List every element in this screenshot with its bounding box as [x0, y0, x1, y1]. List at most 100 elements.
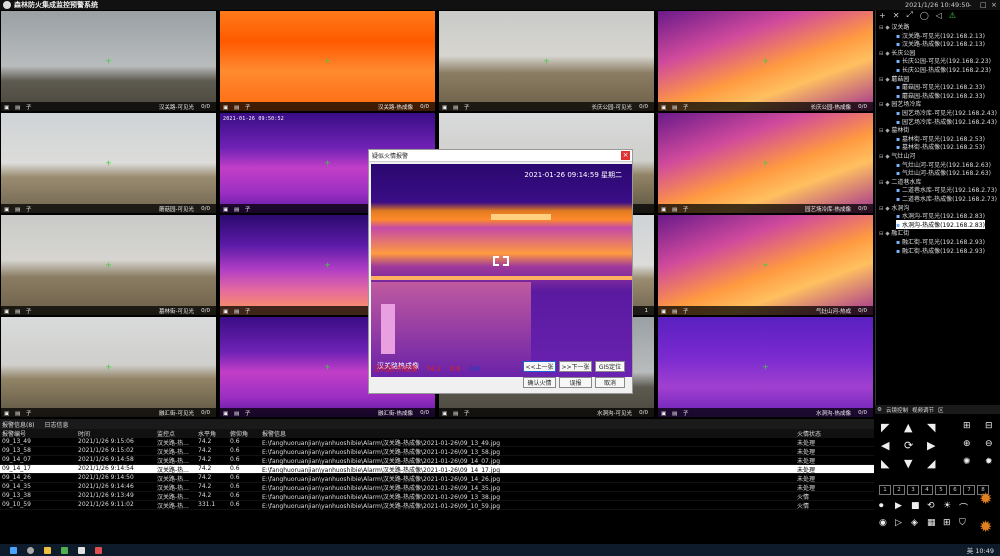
settings-icon[interactable]: ⚙ [877, 407, 882, 413]
tree-camera-item[interactable]: 融汇街-热成像(192.168.2.93) [896, 246, 985, 255]
tab-log-info[interactable]: 日志信息 [45, 420, 69, 429]
start-icon[interactable] [10, 546, 17, 554]
cancel-button[interactable]: 取消 [595, 377, 625, 388]
search-icon[interactable] [27, 546, 34, 554]
cell-tools-icon[interactable]: ▣ ▤ 子 [223, 307, 252, 315]
layer-icon[interactable]: ◈ [911, 518, 918, 528]
iris-close-icon[interactable]: ✹ [985, 457, 993, 467]
alarm-row[interactable]: 09_14_07 2021/1/26 9:14:58 汉关路-热... 74.2 0.6… [0, 456, 874, 465]
cell-tools-icon[interactable]: ▣ ▤ 子 [4, 205, 33, 213]
cycle-icon[interactable]: ⟲ [927, 501, 935, 511]
alarm-row[interactable]: 09_13_49 2021/1/26 9:15:06 汉关路-热... 74.2 0.6… [0, 438, 874, 447]
cell-tools-icon[interactable]: ▣ ▤ 子 [661, 307, 690, 315]
video-cell[interactable]: + ▣ ▤ 子 汉关路-可见光 0/0 [0, 10, 217, 112]
header-fire-status[interactable]: 火情状态 [797, 429, 821, 438]
video-cell[interactable]: + ▣ ▤ 子 融汇街-可见光 0/0 [0, 316, 217, 418]
forward-icon[interactable]: ▷ [895, 518, 902, 528]
focus-far-icon[interactable]: ⊖ [985, 439, 993, 449]
expand-icon[interactable]: ⤢ [906, 10, 912, 20]
video-cell[interactable]: + ▣ ▤ 子 蘑菇园-可见光 0/0 [0, 112, 217, 214]
video-cell[interactable]: + ▣ ▤ 子 园艺场冷库-热成像 0/0 [657, 112, 874, 214]
cell-tools-icon[interactable]: ▣ ▤ 子 [4, 307, 33, 315]
header-time[interactable]: 时间 [78, 429, 90, 438]
warning-icon[interactable]: ⚠ [949, 11, 956, 20]
tab-video-adjust[interactable]: 视频调节 [912, 406, 934, 414]
cell-tools-icon[interactable]: ▣ ▤ 子 [442, 409, 471, 417]
focus-near-icon[interactable]: ⊕ [963, 439, 971, 449]
header-h-angle[interactable]: 水平角 [198, 429, 216, 438]
ptz-down-icon[interactable]: ▼ [904, 457, 912, 470]
preset-button[interactable]: 5 [935, 485, 947, 495]
header-id[interactable]: 报警编号 [2, 429, 26, 438]
ptz-up-icon[interactable]: ▲ [904, 421, 912, 434]
video-cell[interactable]: + ▣ ▤ 子 墓林街-可见光 0/0 [0, 214, 217, 316]
tree-camera-item[interactable]: 园艺场冷库-热成像(192.168.2.43) [896, 117, 997, 126]
close-button[interactable]: × [991, 1, 997, 9]
shield-icon[interactable]: ⛉ [959, 518, 966, 528]
alarm-row[interactable]: 09_13_58 2021/1/26 9:15:02 汉关路-热... 74.2 0.6… [0, 447, 874, 456]
app-icon[interactable] [78, 546, 85, 554]
browser-icon[interactable] [61, 546, 68, 554]
app2-icon[interactable] [95, 546, 102, 554]
preset-button[interactable]: 2 [893, 485, 905, 495]
stop-icon[interactable]: ■ [911, 501, 920, 511]
minimize-button[interactable]: – [968, 1, 972, 9]
preset-button[interactable]: 7 [963, 485, 975, 495]
preset-button[interactable]: 4 [921, 485, 933, 495]
cell-tools-icon[interactable]: ▣ ▤ 子 [442, 103, 471, 111]
preset-button[interactable]: 6 [949, 485, 961, 495]
false-alarm-button[interactable]: 误报 [559, 377, 592, 388]
gis-locate-button[interactable]: GIS定位 [595, 361, 625, 372]
tab-area[interactable]: 区 [938, 406, 944, 414]
video-cell[interactable]: + ▣ ▤ 子 气灶山河-热成 0/0 [657, 214, 874, 316]
ptz-down-left-icon[interactable]: ◣ [881, 457, 889, 470]
iris-open-icon[interactable]: ✺ [963, 457, 971, 467]
light-icon[interactable]: ☀ [943, 501, 951, 511]
zoom-in-icon[interactable]: ⊞ [963, 421, 971, 431]
confirm-fire-button[interactable]: 确认火情 [523, 377, 556, 388]
alarm-row[interactable]: 09_14_17 2021/1/26 9:14:54 汉关路-热... 74.2 0.6… [0, 465, 874, 474]
dialog-close-button[interactable]: × [621, 151, 630, 160]
play-icon[interactable]: ▶ [895, 501, 902, 511]
cell-tools-icon[interactable]: ▣ ▤ 子 [661, 205, 690, 213]
cell-tools-icon[interactable]: ▣ ▤ 子 [661, 409, 690, 417]
header-site[interactable]: 监控点 [157, 429, 175, 438]
preset-button[interactable]: 1 [879, 485, 891, 495]
ptz-up-left-icon[interactable]: ◤ [881, 421, 889, 434]
tree-camera-item[interactable]: 长庆公园-热成像(192.168.2.23) [896, 65, 991, 74]
alarm-row[interactable]: 09_14_35 2021/1/26 9:14:46 汉关路-热... 74.2 0.6… [0, 483, 874, 492]
header-v-angle[interactable]: 俯仰角 [230, 429, 248, 438]
next-button[interactable]: >>下一张 [559, 361, 592, 372]
ptz-down-right-icon[interactable]: ◢ [927, 457, 935, 470]
ptz-right-icon[interactable]: ▶ [927, 439, 935, 452]
input-lang[interactable]: 英 [967, 547, 974, 555]
tab-alarm-info[interactable]: 报警信息(8) [2, 420, 35, 429]
video-cell[interactable]: + ▣ ▤ 子 水洞沟-热成像 0/0 [657, 316, 874, 418]
prev-button[interactable]: <<上一张 [523, 361, 556, 372]
gear-orange-icon[interactable]: ✹ [979, 489, 992, 508]
refresh-icon[interactable]: ◯ [920, 11, 929, 20]
video-cell[interactable]: + ▣ ▤ 子 长庆公园-热成像 0/0 [657, 10, 874, 112]
alarm-row[interactable]: 09_10_59 2021/1/26 9:11:02 汉关路-热... 331.1 0.… [0, 501, 874, 510]
preset-button[interactable]: 3 [907, 485, 919, 495]
wiper-icon[interactable]: ⌒ [959, 501, 968, 514]
video-cell[interactable]: + ▣ ▤ 子 长庆公园-可见光 0/0 [438, 10, 655, 112]
zoom-out-icon[interactable]: ⊟ [985, 421, 993, 431]
header-alarm-info[interactable]: 报警信息 [262, 429, 286, 438]
snapshot-icon[interactable]: ◉ [879, 518, 887, 528]
gear-orange-2-icon[interactable]: ✹ [979, 517, 992, 536]
delete-icon[interactable]: ✕ [893, 11, 900, 20]
tree-camera-item[interactable]: 二道巷水库-热成像(192.168.2.73) [896, 194, 997, 203]
ptz-left-icon[interactable]: ◀ [881, 439, 889, 452]
alarm-row[interactable]: 09_13_38 2021/1/26 9:13:49 汉关路-热... 74.2 0.6… [0, 492, 874, 501]
maximize-button[interactable]: □ [980, 1, 987, 9]
video-cell[interactable]: + ▣ ▤ 子 汉关路-热成像 0/0 [219, 10, 436, 112]
image-icon[interactable]: ▦ [927, 518, 936, 528]
tab-ptz[interactable]: 云镜控制 [886, 406, 908, 414]
cell-tools-icon[interactable]: ▣ ▤ 子 [223, 103, 252, 111]
cell-tools-icon[interactable]: ▣ ▤ 子 [661, 103, 690, 111]
grid-icon[interactable]: ⊞ [943, 518, 951, 528]
alarm-row[interactable]: 09_14_26 2021/1/26 9:14:50 汉关路-热... 74.2 0.6… [0, 474, 874, 483]
add-icon[interactable]: + [879, 11, 886, 20]
back-icon[interactable]: ◁ [936, 11, 942, 20]
